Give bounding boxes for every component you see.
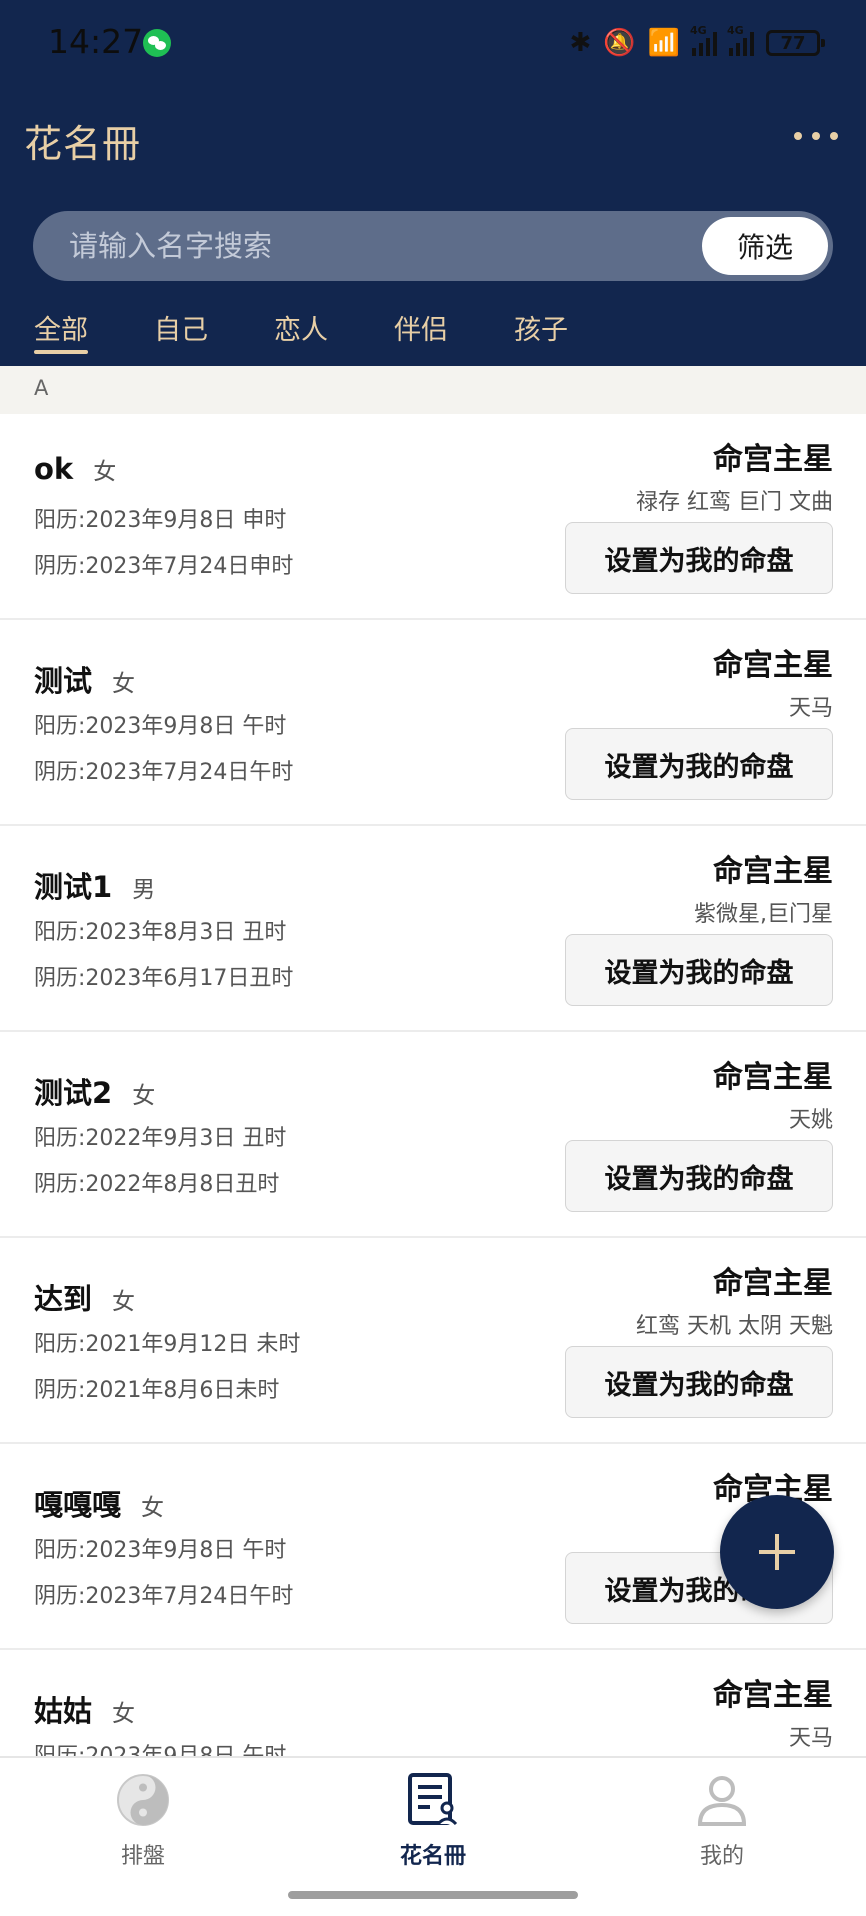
person-name: 测试 (34, 664, 93, 698)
lunar-date: 阴历:2023年6月17日丑时 (34, 966, 294, 991)
main-star-value: 天马 (788, 1726, 833, 1751)
person-gender: 女 (112, 1701, 136, 1727)
signal-label-1: 4G (690, 24, 707, 37)
app-header: 14:27 ✱ 🔕 📶 4G 4G 77 花名冊 筛选 全部 自己 恋人 (0, 0, 866, 366)
signal-icon-2: 4G (727, 24, 754, 56)
set-my-chart-button[interactable]: 设置为我的命盘 (565, 1140, 833, 1212)
wechat-notification-icon (143, 29, 171, 57)
lunar-date: 阴历:2023年7月24日申时 (34, 554, 294, 579)
nav-label-roster: 花名冊 (399, 1844, 466, 1869)
plus-icon (759, 1534, 795, 1570)
person-name: 嘎嘎嘎 (34, 1488, 122, 1522)
list-item[interactable]: ok 女 阳历:2023年9月8日 申时 阴历:2023年7月24日申时 命宫主星… (0, 414, 866, 620)
solar-date: 阳历:2023年9月8日 午时 (34, 1538, 287, 1563)
main-star-title: 命宫主星 (713, 1678, 833, 1713)
nav-label-chart: 排盤 (120, 1844, 165, 1869)
filter-button[interactable]: 筛选 (702, 217, 828, 275)
nav-item-me[interactable]: 我的 (652, 1772, 792, 1870)
status-time: 14:27 (48, 22, 144, 61)
main-star-title: 命宫主星 (713, 1060, 833, 1095)
status-bar: 14:27 ✱ 🔕 📶 4G 4G 77 (0, 0, 866, 86)
list-item[interactable]: 测试2 女 阳历:2022年9月3日 丑时 阴历:2022年8月8日丑时 命宫主星… (0, 1032, 866, 1238)
nav-item-roster[interactable]: 花名冊 (363, 1772, 503, 1870)
mute-bell-icon: 🔕 (603, 28, 636, 58)
main-star-value: 紫微星,巨门星 (694, 902, 833, 927)
set-my-chart-button[interactable]: 设置为我的命盘 (565, 522, 833, 594)
battery-level: 77 (780, 32, 806, 54)
lunar-date: 阴历:2022年8月8日丑时 (34, 1172, 280, 1197)
roster-icon (405, 1772, 461, 1828)
user-icon (694, 1772, 750, 1828)
home-indicator (288, 1891, 578, 1899)
person-gender: 女 (141, 1495, 165, 1521)
nav-item-chart[interactable]: 排盤 (73, 1772, 213, 1870)
person-gender: 女 (112, 1289, 136, 1315)
tab-all[interactable]: 全部 (34, 308, 88, 358)
tab-self[interactable]: 自己 (154, 308, 208, 358)
bluetooth-icon: ✱ (569, 28, 592, 58)
person-gender: 男 (132, 877, 156, 903)
list-item[interactable]: 达到女 阳历:2021年9月12日 未时 阴历:2021年8月6日未时 命宫主星… (0, 1238, 866, 1444)
wifi-icon: 📶 (647, 28, 680, 58)
main-star-value: 天姚 (788, 1108, 833, 1133)
main-star-value: 红鸾 天机 太阴 天魁 (636, 1314, 833, 1339)
signal-label-2: 4G (727, 24, 744, 37)
tab-lover[interactable]: 恋人 (274, 308, 328, 358)
search-bar: 筛选 (33, 211, 833, 281)
main-star-title: 命宫主星 (713, 648, 833, 683)
person-name: ok (34, 452, 74, 486)
main-star-title: 命宫主星 (713, 1266, 833, 1301)
status-icons: ✱ 🔕 📶 4G 4G 77 (569, 24, 825, 60)
solar-date: 阳历:2023年9月8日 午时 (34, 714, 287, 739)
search-input[interactable] (69, 211, 669, 281)
tab-partner[interactable]: 伴侣 (394, 308, 448, 358)
more-dots-icon[interactable] (794, 128, 838, 144)
contact-list: ok 女 阳历:2023年9月8日 申时 阴历:2023年7月24日申时 命宫主星… (0, 414, 866, 1856)
section-header: A (0, 366, 866, 414)
nav-label-me: 我的 (699, 1844, 744, 1869)
list-item[interactable]: 测试女 阳历:2023年9月8日 午时 阴历:2023年7月24日午时 命宫主星… (0, 620, 866, 826)
add-person-button[interactable] (720, 1495, 834, 1609)
battery-icon: 77 (766, 30, 825, 56)
person-gender: 女 (132, 1083, 156, 1109)
set-my-chart-button[interactable]: 设置为我的命盘 (565, 934, 833, 1006)
yin-yang-icon (115, 1772, 171, 1828)
main-star-title: 命宫主星 (713, 854, 833, 889)
tab-child[interactable]: 孩子 (514, 308, 568, 358)
set-my-chart-button[interactable]: 设置为我的命盘 (565, 728, 833, 800)
main-star-value: 天马 (788, 696, 833, 721)
page-title: 花名冊 (24, 122, 142, 166)
signal-icon-1: 4G (690, 24, 717, 56)
lunar-date: 阴历:2023年7月24日午时 (34, 1584, 294, 1609)
person-name: 测试1 (34, 870, 113, 904)
solar-date: 阳历:2023年8月3日 丑时 (34, 920, 287, 945)
solar-date: 阳历:2021年9月12日 未时 (34, 1332, 301, 1357)
person-name: 姑姑 (34, 1694, 93, 1728)
person-gender: 女 (112, 671, 136, 697)
main-star-value: 禄存 红鸾 巨门 文曲 (636, 490, 833, 515)
lunar-date: 阴历:2021年8月6日未时 (34, 1378, 280, 1403)
category-tabs: 全部 自己 恋人 伴侣 孩子 (34, 308, 634, 358)
person-name: 达到 (34, 1282, 93, 1316)
list-item[interactable]: 测试1 男 阳历:2023年8月3日 丑时 阴历:2023年6月17日丑时 命宫主… (0, 826, 866, 1032)
person-name: 测试2 (34, 1076, 113, 1110)
solar-date: 阳历:2022年9月3日 丑时 (34, 1126, 287, 1151)
solar-date: 阳历:2023年9月8日 申时 (34, 508, 287, 533)
main-star-title: 命宫主星 (713, 442, 833, 477)
person-gender: 女 (93, 459, 117, 485)
set-my-chart-button[interactable]: 设置为我的命盘 (565, 1346, 833, 1418)
lunar-date: 阴历:2023年7月24日午时 (34, 760, 294, 785)
